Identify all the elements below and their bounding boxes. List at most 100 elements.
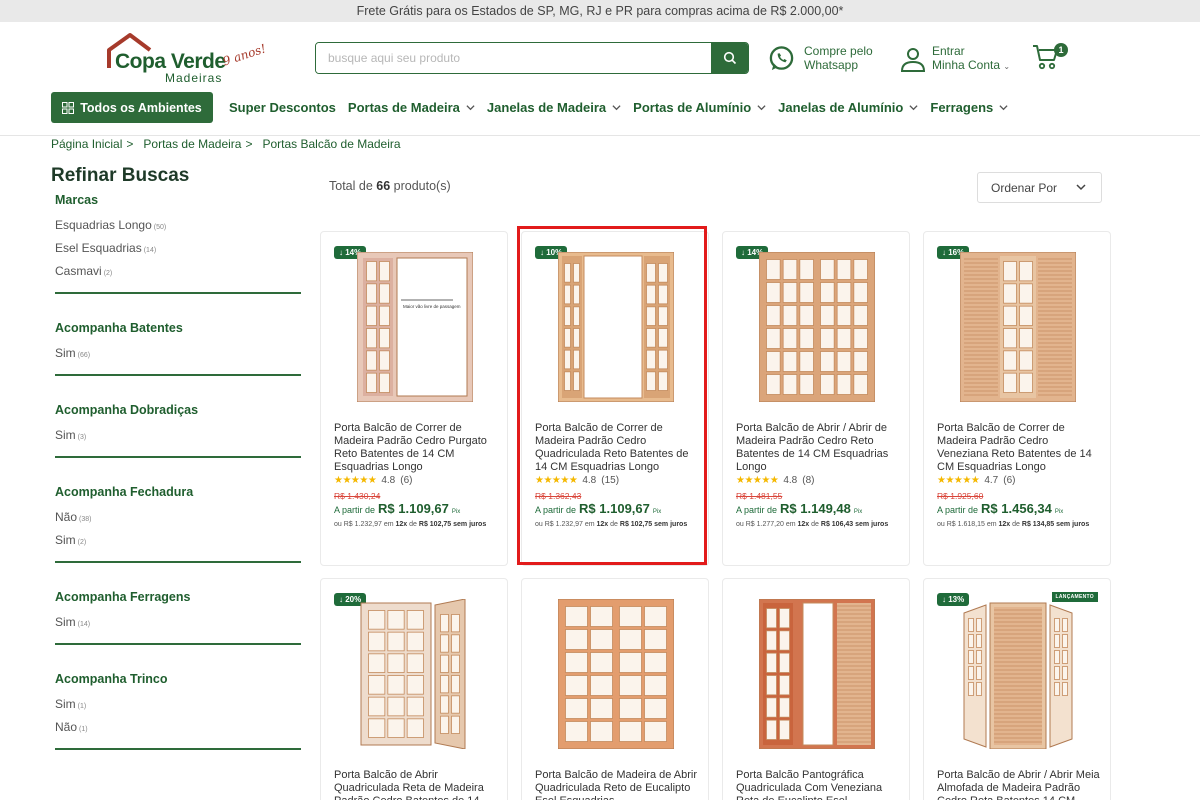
filter-group: Acompanha Batentes Sim (66)	[51, 321, 301, 360]
rating-value: 4.8	[783, 475, 798, 486]
filter-option[interactable]: Esquadrias Longo (50)	[55, 218, 301, 232]
product-rating: ★★★★★ 4.8 (15)	[535, 475, 619, 486]
search-input[interactable]	[316, 43, 711, 73]
nav-item-label: Super Descontos	[229, 100, 336, 115]
search-icon	[723, 51, 736, 65]
filter-option[interactable]: Sim (2)	[55, 533, 301, 547]
chevron-down-icon	[909, 105, 918, 111]
filter-group: Acompanha Dobradiças Sim (3)	[51, 403, 301, 442]
nav-item-3[interactable]: Portas de Alumínio	[633, 100, 766, 115]
product-name[interactable]: Porta Balcão de Correr de Madeira Padrão…	[937, 422, 1101, 474]
nav-item-2[interactable]: Janelas de Madeira	[487, 100, 621, 115]
product-price: R$ 1.109,67	[579, 501, 650, 516]
product-card[interactable]: ↓ 14% Maior vão livre de passagem Porta Ba…	[320, 231, 508, 566]
sort-dropdown[interactable]: Ordenar Por	[977, 172, 1102, 203]
product-image[interactable]	[959, 251, 1077, 407]
filter-option[interactable]: Sim (66)	[55, 346, 301, 360]
product-image[interactable]	[960, 599, 1076, 754]
filter-option[interactable]: Não (1)	[55, 720, 301, 734]
pix-label: Pix	[652, 509, 662, 515]
product-rating: ★★★★★ 4.7 (6)	[937, 475, 1015, 486]
filter-divider	[55, 374, 301, 376]
product-card[interactable]: ↓ 10% Porta Balcão de Correr de Madeira P…	[521, 231, 709, 566]
product-rating: ★★★★★ 4.8 (6)	[334, 475, 412, 486]
price-line: A partir de R$ 1.456,34 Pix	[937, 501, 1063, 516]
product-name[interactable]: Porta Balcão de Madeira de Abrir Quadric…	[535, 769, 699, 800]
product-card[interactable]: ↓ 20% Porta Balcão de Abrir Quadriculada …	[320, 578, 508, 800]
product-card[interactable]: ↓ 14% Porta Balcão de Abrir / Abrir de Ma…	[722, 231, 910, 566]
chevron-down-icon	[757, 105, 766, 111]
filter-count: (14)	[143, 247, 157, 254]
filter-group-title: Marcas	[55, 193, 99, 207]
chevron-down-icon	[1076, 184, 1086, 191]
whatsapp-link[interactable]: Compre pelo Whatsapp	[768, 44, 884, 72]
user-icon	[900, 48, 926, 72]
rating-value: 4.7	[984, 475, 999, 486]
rating-value: 4.8	[582, 475, 597, 486]
star-rating-icon: ★★★★★	[736, 475, 779, 486]
review-count: (15)	[601, 475, 620, 486]
breadcrumb: Página Inicial > Portas de Madeira > Porta…	[51, 137, 401, 151]
nav-item-label: Ferragens	[930, 100, 994, 115]
product-name[interactable]: Porta Balcão de Abrir / Abrir Meia Almof…	[937, 769, 1101, 800]
product-name[interactable]: Porta Balcão de Abrir / Abrir de Madeira…	[736, 422, 900, 474]
brand-logo[interactable]: Copa Verde Madeiras 9 anos!	[106, 32, 268, 90]
product-price: R$ 1.109,67	[378, 501, 449, 516]
product-image[interactable]	[557, 598, 675, 754]
cart-button[interactable]: 1	[1032, 42, 1068, 77]
filter-count: (1)	[77, 703, 87, 710]
product-name[interactable]: Porta Balcão de Correr de Madeira Padrão…	[334, 422, 498, 474]
product-name[interactable]: Porta Balcão Pantográfica Quadriculada C…	[736, 769, 900, 800]
search-button[interactable]	[711, 43, 748, 73]
sort-label: Ordenar Por	[991, 180, 1058, 195]
product-image[interactable]	[557, 251, 675, 407]
product-image[interactable]	[758, 251, 876, 407]
account-link[interactable]: Entrar Minha Conta ⌄	[900, 44, 1010, 74]
filter-option[interactable]: Esel Esquadrias (14)	[55, 241, 301, 255]
account-label: Entrar Minha Conta ⌄	[932, 44, 1011, 72]
review-count: (6)	[1003, 475, 1016, 486]
rating-value: 4.8	[381, 475, 396, 486]
filter-option[interactable]: Casmavi (2)	[55, 264, 301, 278]
old-price: R$ 1.481,55	[736, 491, 783, 501]
whatsapp-icon	[769, 45, 794, 70]
nav-item-5[interactable]: Ferragens	[930, 100, 1008, 115]
product-image[interactable]: Maior vão livre de passagem	[356, 251, 474, 407]
filter-group: Acompanha Trinco Sim (1) Não (1)	[51, 672, 301, 734]
filter-group-title: Acompanha Fechadura	[55, 485, 194, 499]
chevron-down-icon	[466, 105, 475, 111]
filter-option[interactable]: Sim (1)	[55, 697, 301, 711]
main-nav: Todos os Ambientes Super Descontos Portas…	[0, 90, 1200, 136]
product-card[interactable]: Porta Balcão de Madeira de Abrir Quadric…	[521, 578, 709, 800]
price-line: A partir de R$ 1.149,48 Pix	[736, 501, 862, 516]
nav-item-0[interactable]: Super Descontos	[229, 100, 336, 115]
filter-group: Marcas Esquadrias Longo (50) Esel Esquadria…	[51, 193, 301, 278]
product-name[interactable]: Porta Balcão de Correr de Madeira Padrão…	[535, 422, 699, 474]
price-line: A partir de R$ 1.109,67 Pix	[334, 501, 460, 516]
cart-count-badge: 1	[1054, 43, 1068, 57]
product-name[interactable]: Porta Balcão de Abrir Quadriculada Reta …	[334, 769, 498, 800]
product-image[interactable]	[758, 598, 876, 754]
filter-option[interactable]: Não (38)	[55, 510, 301, 524]
all-environments-button[interactable]: Todos os Ambientes	[51, 92, 213, 123]
product-card[interactable]: ↓ 13% LANÇAMENTO Porta Balcão de Abrir / A…	[923, 578, 1111, 800]
brand-tagline: 9 anos!	[220, 41, 268, 69]
price-from: A partir de	[937, 505, 979, 515]
product-price: R$ 1.456,34	[981, 501, 1052, 516]
breadcrumb-home[interactable]: Página Inicial	[51, 137, 122, 151]
breadcrumb-category[interactable]: Portas de Madeira	[143, 137, 241, 151]
filter-count: (3)	[77, 434, 87, 441]
site-header: Copa Verde Madeiras 9 anos! Compre pelo …	[0, 22, 1200, 90]
filter-option[interactable]: Sim (14)	[55, 615, 301, 629]
nav-item-4[interactable]: Janelas de Alumínio	[778, 100, 918, 115]
old-price: R$ 1.362,43	[535, 491, 582, 501]
pix-label: Pix	[451, 509, 461, 515]
price-from: A partir de	[334, 505, 376, 515]
pix-label: Pix	[1054, 509, 1064, 515]
nav-item-1[interactable]: Portas de Madeira	[348, 100, 475, 115]
product-card[interactable]: ↓ 16% Porta Balcão de Correr de Madeira P…	[923, 231, 1111, 566]
product-image[interactable]	[357, 598, 473, 754]
product-card[interactable]: Porta Balcão Pantográfica Quadriculada C…	[722, 578, 910, 800]
results-count: Total de 66 produto(s)	[329, 179, 451, 193]
filter-option[interactable]: Sim (3)	[55, 428, 301, 442]
